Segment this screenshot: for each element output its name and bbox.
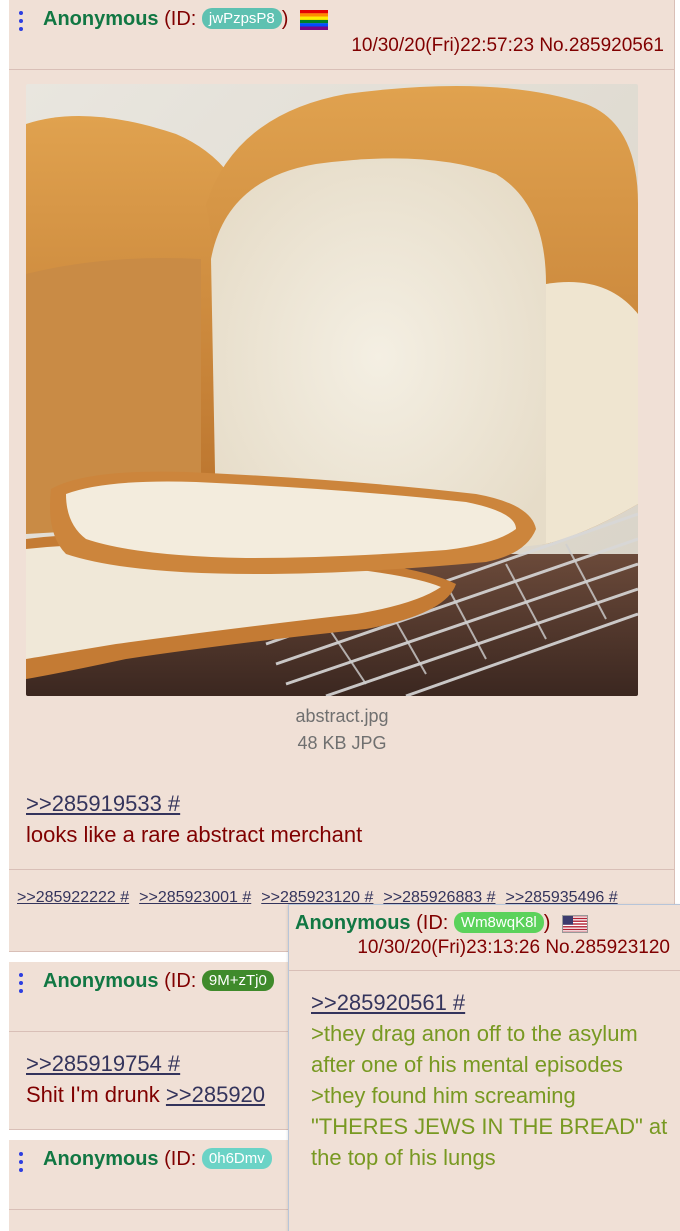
backlink[interactable]: >>285922222 # (17, 888, 129, 908)
quote-link[interactable]: >>285919533 # (26, 791, 180, 816)
post-image[interactable] (26, 84, 638, 696)
post-number[interactable]: No.285923120 (545, 937, 670, 958)
post-date: 10/30/20(Fri)23:13:26 (357, 937, 541, 958)
post-message: >>285919533 # looks like a rare abstract… (26, 788, 646, 850)
post-info: Anonymous (ID: 9M+zTj0 (43, 970, 274, 993)
post-info: Anonymous (ID: Wm8wqK8l) (295, 912, 588, 935)
post-menu-icon[interactable] (18, 11, 24, 31)
file-size: 48 KB JPG (297, 733, 387, 753)
poster-name: Anonymous (43, 970, 159, 992)
id-prefix: (ID: (164, 1148, 202, 1170)
op-post: Anonymous (ID: jwPzpsP8) 10/30/20(Fri)22… (9, 0, 675, 952)
id-prefix: (ID: (164, 970, 202, 992)
post-header: Anonymous (ID: Wm8wqK8l) 10/30/20(Fri)23… (289, 905, 680, 971)
poster-id-badge[interactable]: Wm8wqK8l (453, 912, 544, 933)
post-text: looks like a rare abstract merchant (26, 822, 363, 847)
post-text: Shit I'm drunk (26, 1082, 166, 1107)
post-menu-icon[interactable] (18, 973, 24, 993)
poster-name: Anonymous (43, 8, 159, 30)
greentext-line: >they drag anon off to the asylum after … (311, 1021, 638, 1077)
us-flag-icon (562, 914, 588, 933)
quote-link[interactable]: >>285920561 # (311, 990, 465, 1015)
quote-link[interactable]: >>285919754 # (26, 1051, 180, 1076)
post-header: Anonymous (ID: jwPzpsP8) 10/30/20(Fri)22… (9, 0, 674, 70)
poster-name: Anonymous (43, 1148, 159, 1170)
id-prefix: (ID: (164, 8, 202, 30)
poster-id-badge[interactable]: 9M+zTj0 (201, 970, 274, 991)
poster-name: Anonymous (295, 912, 411, 934)
file-name[interactable]: abstract.jpg (9, 706, 675, 727)
post-message: >>285920561 # >they drag anon off to the… (311, 987, 671, 1173)
post-number[interactable]: No.285920561 (539, 35, 664, 56)
post-info: Anonymous (ID: 0h6Dmv (43, 1148, 272, 1171)
post-date: 10/30/20(Fri)22:57:23 (351, 35, 535, 56)
backlink[interactable]: >>285923001 # (139, 888, 251, 908)
rainbow-flag-icon (300, 9, 328, 30)
post-menu-icon[interactable] (18, 1152, 24, 1172)
hover-preview: Anonymous (ID: Wm8wqK8l) 10/30/20(Fri)23… (288, 904, 680, 1231)
poster-id-badge[interactable]: jwPzpsP8 (201, 8, 282, 29)
inline-quote-link[interactable]: >>285920 (166, 1082, 265, 1107)
id-prefix: (ID: (416, 912, 454, 934)
post-date-number: 10/30/20(Fri)22:57:23 No.285920561 (351, 35, 664, 57)
id-suffix: ) (281, 8, 289, 30)
poster-id-badge[interactable]: 0h6Dmv (201, 1148, 272, 1169)
id-suffix: ) (543, 912, 551, 934)
greentext-line: >they found him screaming "THERES JEWS I… (311, 1083, 668, 1170)
bread-photo (26, 84, 638, 696)
post-date-number: 10/30/20(Fri)23:13:26 No.285923120 (357, 937, 670, 959)
post-info: Anonymous (ID: jwPzpsP8) (43, 8, 328, 31)
